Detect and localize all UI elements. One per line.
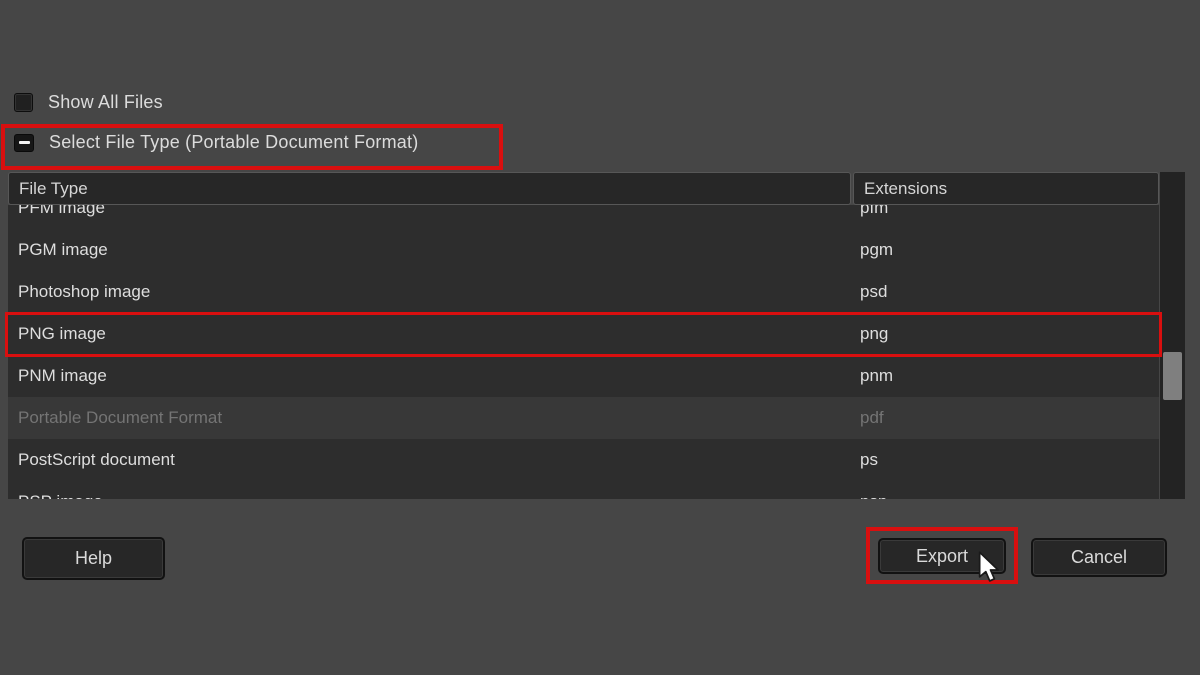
file-type-cell: PNG image	[8, 324, 853, 344]
file-type-cell: PFM image	[8, 205, 853, 218]
table-row[interactable]: PNM imagepnm	[8, 355, 1159, 397]
file-type-cell: PSP image	[8, 492, 853, 499]
file-type-cell: PostScript document	[8, 450, 853, 470]
file-table-body: PFM imagepfmPGM imagepgmPhotoshop imagep…	[8, 205, 1159, 499]
file-type-cell: Portable Document Format	[8, 408, 853, 428]
export-button[interactable]: Export	[878, 538, 1006, 574]
table-row[interactable]: PFM imagepfm	[8, 205, 1159, 229]
select-file-type-label[interactable]: Select File Type (Portable Document Form…	[49, 132, 418, 153]
help-button[interactable]: Help	[22, 537, 165, 580]
extension-cell: ps	[853, 450, 878, 470]
extension-cell: pnm	[853, 366, 893, 386]
column-header-file-type[interactable]: File Type	[8, 172, 851, 205]
file-type-table: File Type Extensions PFM imagepfmPGM ima…	[8, 172, 1185, 499]
show-all-files-checkbox[interactable]	[14, 93, 33, 112]
extension-cell: pgm	[853, 240, 893, 260]
table-row[interactable]: PGM imagepgm	[8, 229, 1159, 271]
vertical-scrollbar[interactable]	[1160, 172, 1185, 499]
scrollbar-thumb[interactable]	[1163, 352, 1182, 400]
table-row[interactable]: PSP imagepsp	[8, 481, 1159, 499]
cancel-button[interactable]: Cancel	[1031, 538, 1167, 577]
file-type-cell: PNM image	[8, 366, 853, 386]
show-all-files-label[interactable]: Show All Files	[48, 92, 163, 113]
select-file-type-option[interactable]: Select File Type (Portable Document Form…	[14, 132, 418, 153]
table-row[interactable]: PostScript documentps	[8, 439, 1159, 481]
extension-cell: pdf	[853, 408, 884, 428]
extension-cell: png	[853, 324, 888, 344]
table-row[interactable]: PNG imagepng	[8, 313, 1159, 355]
extension-cell: pfm	[853, 205, 888, 218]
expander-collapse-icon[interactable]	[14, 134, 34, 152]
show-all-files-option[interactable]: Show All Files	[14, 92, 163, 113]
file-type-cell: PGM image	[8, 240, 853, 260]
column-header-extensions[interactable]: Extensions	[853, 172, 1159, 205]
extension-cell: psd	[853, 282, 887, 302]
table-row[interactable]: Photoshop imagepsd	[8, 271, 1159, 313]
extension-cell: psp	[853, 492, 887, 499]
file-type-cell: Photoshop image	[8, 282, 853, 302]
table-row[interactable]: Portable Document Formatpdf	[8, 397, 1159, 439]
table-header: File Type Extensions	[8, 172, 1185, 205]
